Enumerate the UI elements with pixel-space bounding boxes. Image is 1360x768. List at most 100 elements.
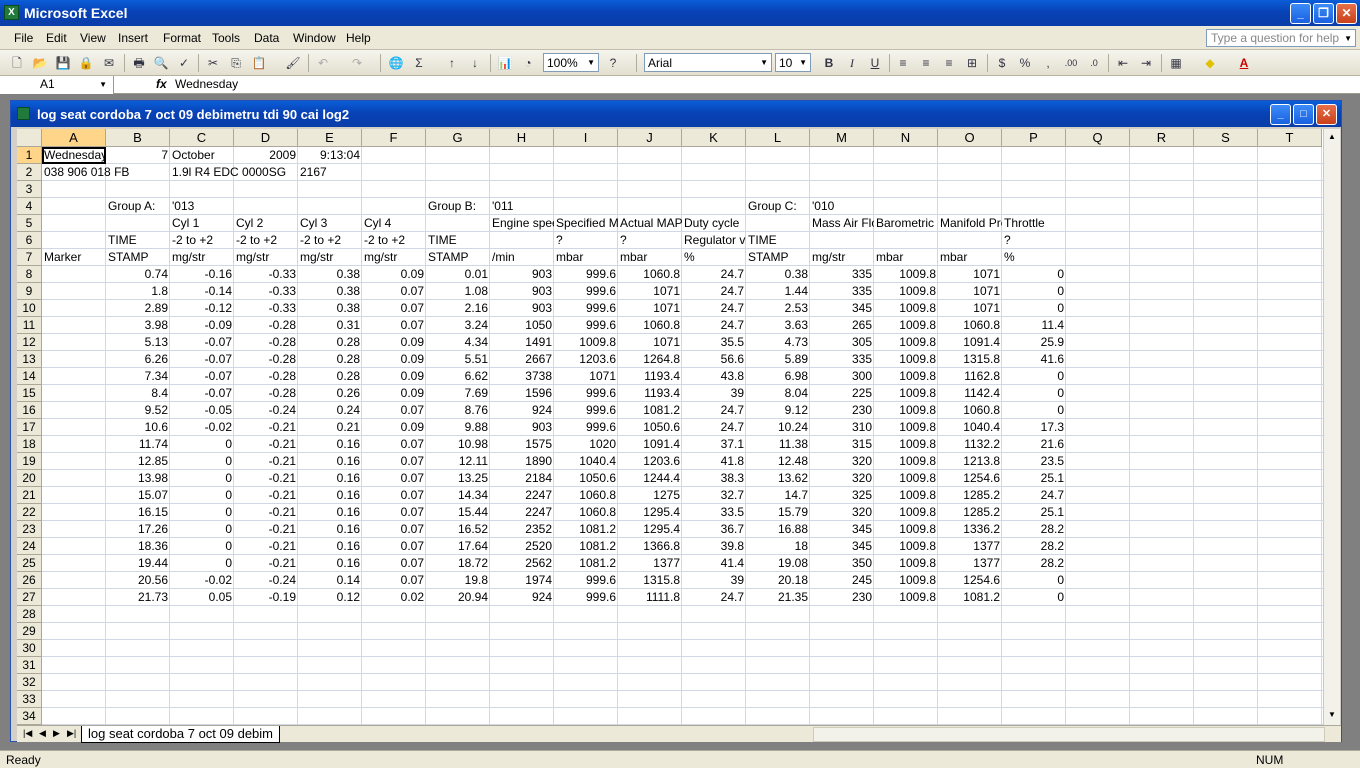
row-header-32[interactable]: 32	[17, 674, 42, 691]
cell[interactable]: 1071	[938, 300, 1002, 317]
cell[interactable]: 1009.8	[554, 334, 618, 351]
column-header-a[interactable]: A	[42, 129, 106, 147]
cell[interactable]: 16.88	[746, 521, 810, 538]
menu-insert[interactable]: Insert	[118, 31, 148, 45]
cell[interactable]: 999.6	[554, 317, 618, 334]
cell[interactable]: 24.7	[682, 300, 746, 317]
cell[interactable]: 0	[1002, 589, 1066, 606]
cell[interactable]: 2009	[234, 147, 298, 164]
cell[interactable]: 1009.8	[874, 283, 938, 300]
cell[interactable]: 1040.4	[938, 419, 1002, 436]
cell[interactable]: 1060.8	[938, 317, 1002, 334]
italic-icon[interactable]: I	[843, 54, 861, 72]
cell[interactable]: -0.16	[170, 266, 234, 283]
cell[interactable]: 0.09	[362, 419, 426, 436]
cell[interactable]: 265	[810, 317, 874, 334]
sheet-tab[interactable]: log seat cordoba 7 oct 09 debim	[81, 726, 281, 743]
cell[interactable]: 1009.8	[874, 266, 938, 283]
row-header-7[interactable]: 7	[17, 249, 42, 266]
cell[interactable]: 0.28	[298, 368, 362, 385]
spelling-icon[interactable]: ✓	[175, 54, 193, 72]
cell[interactable]: 0.16	[298, 555, 362, 572]
cell[interactable]: 305	[810, 334, 874, 351]
cell[interactable]: 1009.8	[874, 521, 938, 538]
cell[interactable]: 12.11	[426, 453, 490, 470]
cell[interactable]: -0.28	[234, 351, 298, 368]
cell[interactable]: 24.7	[682, 317, 746, 334]
row-header-28[interactable]: 28	[17, 606, 42, 623]
cell[interactable]: 335	[810, 351, 874, 368]
cell[interactable]: 1009.8	[874, 385, 938, 402]
autosum-icon[interactable]: Σ	[410, 54, 428, 72]
restore-button[interactable]: ❐	[1313, 3, 1334, 24]
menu-data[interactable]: Data	[254, 31, 279, 45]
cell[interactable]: 0.28	[298, 334, 362, 351]
cell[interactable]: 1071	[938, 266, 1002, 283]
select-all-corner[interactable]	[17, 129, 42, 147]
cell[interactable]: 4.73	[746, 334, 810, 351]
menu-format[interactable]: Format	[163, 31, 201, 45]
print-icon[interactable]: 🖶	[130, 54, 148, 72]
cell[interactable]: /min	[490, 249, 554, 266]
cell[interactable]: 0.16	[298, 436, 362, 453]
cell[interactable]: -2 to +2	[298, 232, 362, 249]
cell[interactable]: 1081.2	[554, 521, 618, 538]
next-sheet-icon[interactable]: ▶	[53, 728, 60, 739]
cell[interactable]: 1071	[938, 283, 1002, 300]
cell[interactable]: Marker	[42, 249, 106, 266]
cell[interactable]: 0.09	[362, 368, 426, 385]
cell[interactable]: 1081.2	[554, 538, 618, 555]
cell[interactable]: 0	[170, 538, 234, 555]
cell[interactable]: 1264.8	[618, 351, 682, 368]
cell[interactable]: 1315.8	[618, 572, 682, 589]
cell[interactable]: 9:13:04	[298, 147, 362, 164]
cell[interactable]: 19.8	[426, 572, 490, 589]
column-header-e[interactable]: E	[298, 129, 362, 147]
cell[interactable]: 0.07	[362, 538, 426, 555]
workbook-minimize-button[interactable]: _	[1270, 104, 1291, 125]
cell[interactable]: Wednesday	[42, 147, 106, 164]
row-header-19[interactable]: 19	[17, 453, 42, 470]
cell[interactable]: 9.12	[746, 402, 810, 419]
cell[interactable]: %	[1002, 249, 1066, 266]
workbook-maximize-button[interactable]: □	[1293, 104, 1314, 125]
cell[interactable]: 3738	[490, 368, 554, 385]
cell[interactable]: 1071	[618, 283, 682, 300]
cell[interactable]: 11.38	[746, 436, 810, 453]
cell[interactable]: 2667	[490, 351, 554, 368]
cell[interactable]: 20.18	[746, 572, 810, 589]
cell[interactable]: 17.26	[106, 521, 170, 538]
cell[interactable]: 1009.8	[874, 368, 938, 385]
cell[interactable]: Group C:	[746, 198, 810, 215]
column-header-t[interactable]: T	[1258, 129, 1322, 147]
cell[interactable]: 20.56	[106, 572, 170, 589]
cell[interactable]: 0.38	[298, 300, 362, 317]
format-painter-icon[interactable]: 🖌	[284, 54, 302, 72]
percent-icon[interactable]: %	[1016, 54, 1034, 72]
cell[interactable]: Cyl 4	[362, 215, 426, 232]
vertical-scrollbar[interactable]: ▲ ▼	[1323, 129, 1340, 725]
align-center-icon[interactable]: ≡	[917, 54, 935, 72]
cell[interactable]: 1009.8	[874, 402, 938, 419]
row-header-24[interactable]: 24	[17, 538, 42, 555]
cell[interactable]: 1009.8	[874, 572, 938, 589]
cell[interactable]: 25.9	[1002, 334, 1066, 351]
cell[interactable]: -0.12	[170, 300, 234, 317]
cell[interactable]: 41.8	[682, 453, 746, 470]
cell[interactable]: 1575	[490, 436, 554, 453]
cell[interactable]: 8.4	[106, 385, 170, 402]
cell[interactable]: 0	[1002, 368, 1066, 385]
help-dropdown-icon[interactable]: ▼	[1344, 34, 1352, 43]
cell[interactable]: 5.51	[426, 351, 490, 368]
cell[interactable]: 2247	[490, 504, 554, 521]
cell[interactable]: -0.21	[234, 470, 298, 487]
cell[interactable]: -0.05	[170, 402, 234, 419]
row-header-10[interactable]: 10	[17, 300, 42, 317]
cell[interactable]: -0.19	[234, 589, 298, 606]
cell[interactable]: 0.38	[746, 266, 810, 283]
cell[interactable]: 245	[810, 572, 874, 589]
cell[interactable]: 0	[170, 487, 234, 504]
cell[interactable]: 1275	[618, 487, 682, 504]
column-header-q[interactable]: Q	[1066, 129, 1130, 147]
cell[interactable]: mbar	[874, 249, 938, 266]
